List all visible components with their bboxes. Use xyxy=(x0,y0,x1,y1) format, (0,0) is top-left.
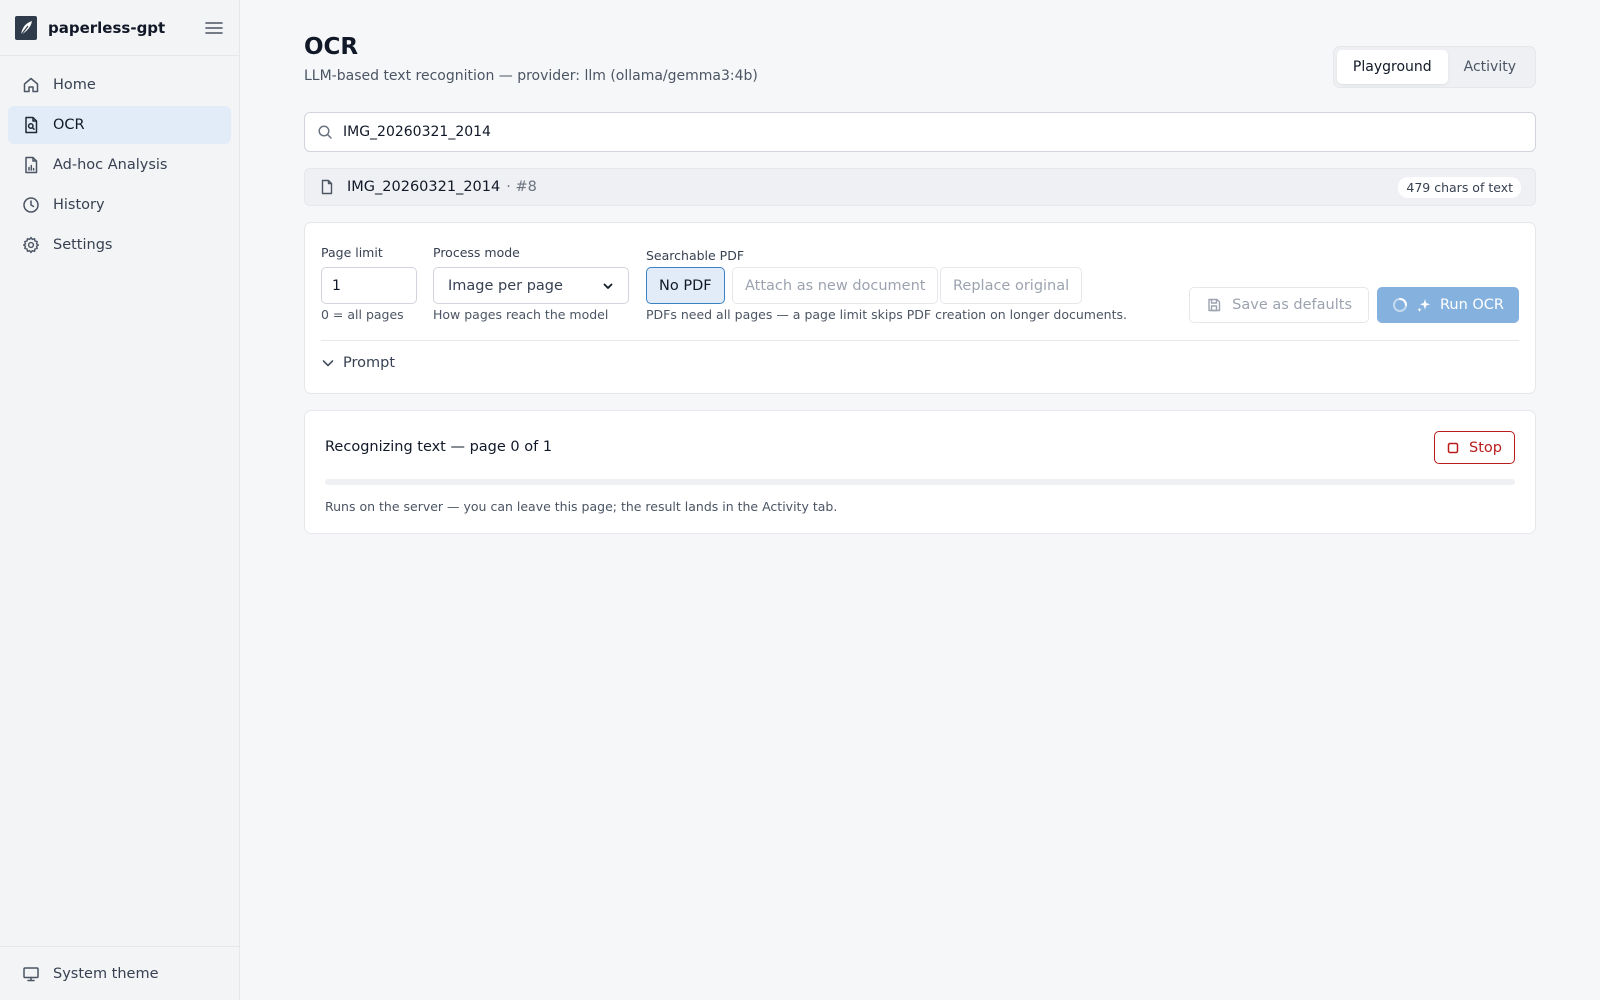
page-limit-help: 0 = all pages xyxy=(321,307,404,322)
page-subtitle: LLM-based text recognition — provider: l… xyxy=(304,68,758,84)
process-mode-select[interactable]: Image per page xyxy=(433,267,629,304)
prompt-toggle-label: Prompt xyxy=(343,355,396,371)
spinner-icon xyxy=(1392,297,1408,313)
searchable-pdf-help: PDFs need all pages — a page limit skips… xyxy=(646,307,1127,322)
monitor-icon xyxy=(22,965,40,983)
process-mode-value: Image per page xyxy=(448,277,563,294)
sidebar-item-history[interactable]: History xyxy=(8,186,231,224)
sparkles-icon xyxy=(1416,297,1432,313)
view-tabs: Playground Activity xyxy=(1332,46,1536,88)
selected-document[interactable]: IMG_20260321_2014 · #8 479 chars of text xyxy=(304,168,1536,206)
home-icon xyxy=(22,76,40,94)
pdf-option-attach-new[interactable]: Attach as new document xyxy=(732,267,939,304)
run-ocr-label: Run OCR xyxy=(1439,297,1505,313)
sidebar-item-adhoc-analysis[interactable]: Ad-hoc Analysis xyxy=(8,146,231,184)
stop-label: Stop xyxy=(1469,439,1502,456)
sidebar-item-ocr[interactable]: OCR xyxy=(8,106,231,144)
stop-icon xyxy=(1447,442,1459,454)
file-search-icon xyxy=(22,116,40,134)
pdf-option-no-pdf[interactable]: No PDF xyxy=(646,267,725,304)
document-search xyxy=(304,112,1536,152)
search-input[interactable] xyxy=(343,124,1523,140)
document-icon xyxy=(319,179,335,195)
sidebar-item-label: OCR xyxy=(53,117,85,133)
save-defaults-button[interactable]: Save as defaults xyxy=(1189,287,1369,323)
ocr-progress-card: Recognizing text — page 0 of 1 Stop Runs… xyxy=(304,410,1536,534)
save-defaults-label: Save as defaults xyxy=(1232,297,1352,313)
progress-bar xyxy=(325,479,1515,485)
page-limit-label: Page limit xyxy=(321,245,383,260)
gear-icon xyxy=(22,236,40,254)
chars-badge: 479 chars of text xyxy=(1398,176,1521,198)
clock-icon xyxy=(22,196,40,214)
process-mode-help: How pages reach the model xyxy=(433,307,609,322)
run-ocr-button[interactable]: Run OCR xyxy=(1377,287,1519,323)
settings-divider xyxy=(321,340,1519,341)
sidebar-item-settings[interactable]: Settings xyxy=(8,226,231,264)
tab-activity[interactable]: Activity xyxy=(1448,50,1532,84)
tab-playground[interactable]: Playground xyxy=(1336,50,1448,84)
page-limit-input[interactable] xyxy=(321,267,417,304)
prompt-toggle[interactable]: Prompt xyxy=(321,349,395,377)
chevron-down-icon xyxy=(602,280,614,292)
document-id: · #8 xyxy=(506,179,537,195)
sidebar: paperless-gpt Home OCR Ad-hoc Analysis H… xyxy=(0,0,240,1000)
sidebar-item-label: Settings xyxy=(53,237,113,253)
progress-note: Runs on the server — you can leave this … xyxy=(325,499,838,514)
sidebar-item-label: Home xyxy=(53,77,96,93)
searchable-pdf-label: Searchable PDF xyxy=(646,248,745,263)
sidebar-nav: Home OCR Ad-hoc Analysis History Setting… xyxy=(0,66,239,264)
sidebar-item-label: History xyxy=(53,197,105,213)
ocr-settings-card: Page limit 0 = all pages Process mode Im… xyxy=(304,222,1536,394)
app-name: paperless-gpt xyxy=(48,18,166,37)
save-icon xyxy=(1206,297,1222,313)
menu-toggle-icon[interactable] xyxy=(203,17,225,39)
theme-toggle-label: System theme xyxy=(53,965,159,982)
stop-button[interactable]: Stop xyxy=(1434,431,1515,464)
pdf-option-replace-original[interactable]: Replace original xyxy=(940,267,1083,304)
theme-toggle[interactable]: System theme xyxy=(0,946,239,1000)
file-chart-icon xyxy=(22,156,40,174)
app-logo-icon xyxy=(14,14,38,42)
sidebar-item-home[interactable]: Home xyxy=(8,66,231,104)
sidebar-brand: paperless-gpt xyxy=(0,0,239,56)
search-icon xyxy=(317,124,333,140)
chevron-down-icon xyxy=(321,356,335,370)
sidebar-item-label: Ad-hoc Analysis xyxy=(53,157,168,173)
page-title: OCR xyxy=(304,34,359,60)
progress-status: Recognizing text — page 0 of 1 xyxy=(325,439,553,455)
document-name: IMG_20260321_2014 xyxy=(347,179,501,195)
process-mode-label: Process mode xyxy=(433,245,520,260)
